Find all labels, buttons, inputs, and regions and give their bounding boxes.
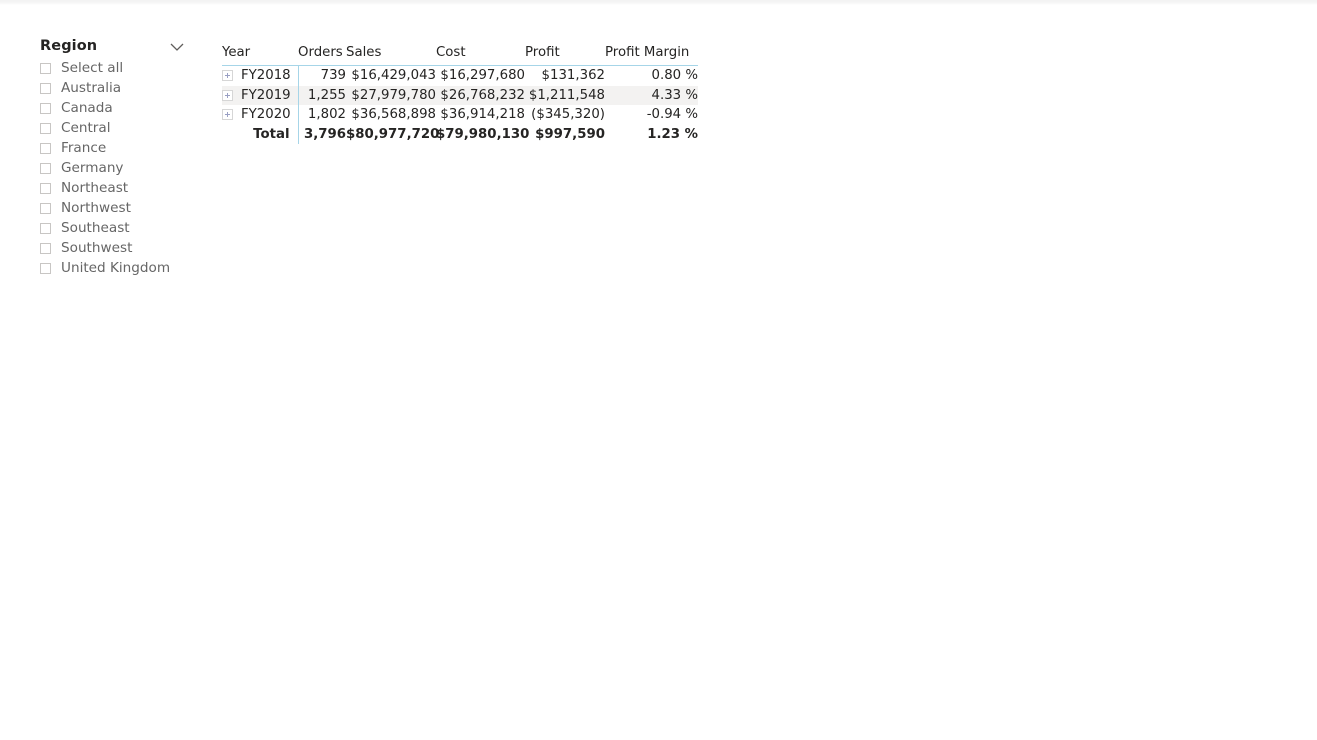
table-row[interactable]: FY2019 1,255 $27,979,780 $26,768,232 $1,… (222, 85, 698, 106)
cell-profit-margin: 4.33 % (605, 85, 698, 106)
table-total-row: Total 3,796 $80,977,720 $79,980,130 $997… (222, 124, 698, 145)
slicer-item-label: Southwest (61, 239, 133, 256)
checkbox-icon[interactable] (40, 162, 51, 174)
slicer-item-select-all[interactable]: Select all (40, 59, 192, 79)
slicer-header: Region (40, 34, 192, 58)
column-header-orders[interactable]: Orders (298, 36, 346, 66)
slicer-item-label: Southeast (61, 219, 130, 236)
slicer-item-northeast[interactable]: Northeast (40, 179, 192, 199)
expand-plus-icon[interactable] (222, 70, 233, 82)
checkbox-icon[interactable] (40, 242, 51, 254)
slicer-item-label: Central (61, 119, 111, 136)
cell-sales: $27,979,780 (346, 85, 436, 106)
year-label: FY2018 (241, 68, 291, 84)
cell-profit-total: $997,590 (535, 127, 605, 143)
slicer-item-central[interactable]: Central (40, 119, 192, 139)
column-header-cost[interactable]: Cost (436, 36, 525, 66)
slicer-item-australia[interactable]: Australia (40, 79, 192, 99)
cell-profit-margin: -0.94 % (646, 107, 698, 123)
checkbox-icon[interactable] (40, 82, 51, 94)
slicer-item-united-kingdom[interactable]: United Kingdom (40, 259, 192, 279)
expand-plus-icon[interactable] (222, 109, 233, 121)
slicer-item-label: United Kingdom (61, 259, 171, 276)
cell-cost: $26,768,232 (436, 85, 525, 106)
slicer-item-label: Australia (61, 79, 122, 96)
cell-sales-total: $80,977,720 (346, 127, 440, 143)
checkbox-icon[interactable] (40, 142, 51, 154)
table-row[interactable]: FY2018 739 $16,429,043 $16,297,680 $131,… (222, 65, 698, 86)
cell-year-total: Total (222, 124, 299, 145)
cell-profit: $131,362 (541, 68, 605, 84)
slicer-item-label: France (61, 139, 107, 156)
region-slicer: Region Select all Australia Canada Centr… (40, 34, 192, 278)
slicer-item-list: Select all Australia Canada Central Fran… (40, 59, 192, 279)
checkbox-icon[interactable] (40, 182, 51, 194)
cell-orders: 739 (320, 68, 346, 84)
slicer-item-germany[interactable]: Germany (40, 159, 192, 179)
cell-profit: $1,211,548 (525, 85, 605, 106)
slicer-item-label: Northwest (61, 199, 131, 216)
checkbox-icon[interactable] (40, 262, 51, 274)
matrix-table: Year Orders Sales Cost Profit Profit Mar… (222, 36, 698, 145)
cell-year[interactable]: FY2020 (222, 105, 299, 125)
slicer-item-northwest[interactable]: Northwest (40, 199, 192, 219)
cell-profit-margin-total: 1.23 % (647, 127, 698, 143)
column-header-profit[interactable]: Profit (525, 36, 605, 66)
checkbox-icon[interactable] (40, 222, 51, 234)
cell-cost: $36,914,218 (440, 107, 525, 123)
year-label: FY2019 (241, 87, 291, 103)
cell-orders: 1,255 (298, 85, 346, 106)
slicer-item-canada[interactable]: Canada (40, 99, 192, 119)
cell-year[interactable]: FY2019 (222, 85, 299, 106)
cell-sales: $36,568,898 (351, 107, 436, 123)
column-header-profit-margin[interactable]: Profit Margin (605, 36, 698, 66)
slicer-item-southeast[interactable]: Southeast (40, 219, 192, 239)
total-label: Total (253, 127, 290, 143)
cell-sales: $16,429,043 (351, 68, 436, 84)
slicer-title: Region (40, 38, 98, 54)
top-edge-band (0, 0, 1317, 5)
column-header-year[interactable]: Year (222, 36, 298, 66)
slicer-item-label: Select all (61, 59, 124, 76)
cell-profit-margin: 0.80 % (651, 68, 698, 84)
checkbox-icon[interactable] (40, 62, 51, 74)
financial-matrix-visual: Year Orders Sales Cost Profit Profit Mar… (222, 36, 698, 145)
checkbox-icon[interactable] (40, 202, 51, 214)
cell-orders: 1,802 (307, 107, 346, 123)
slicer-item-france[interactable]: France (40, 139, 192, 159)
year-label: FY2020 (241, 107, 291, 123)
slicer-item-southwest[interactable]: Southwest (40, 239, 192, 259)
cell-cost-total: $79,980,130 (436, 127, 530, 143)
cell-profit: ($345,320) (531, 107, 605, 123)
slicer-item-label: Northeast (61, 179, 129, 196)
expand-plus-icon[interactable] (222, 89, 233, 101)
cell-orders-total: 3,796 (303, 127, 346, 143)
checkbox-icon[interactable] (40, 102, 51, 114)
table-row[interactable]: FY2020 1,802 $36,568,898 $36,914,218 ($3… (222, 105, 698, 125)
matrix-header-row: Year Orders Sales Cost Profit Profit Mar… (222, 36, 698, 66)
slicer-item-label: Canada (61, 99, 113, 116)
cell-cost: $16,297,680 (440, 68, 525, 84)
column-header-sales[interactable]: Sales (346, 36, 436, 66)
slicer-item-label: Germany (61, 159, 124, 176)
cell-year[interactable]: FY2018 (222, 65, 299, 86)
chevron-down-icon[interactable] (168, 38, 186, 56)
checkbox-icon[interactable] (40, 122, 51, 134)
